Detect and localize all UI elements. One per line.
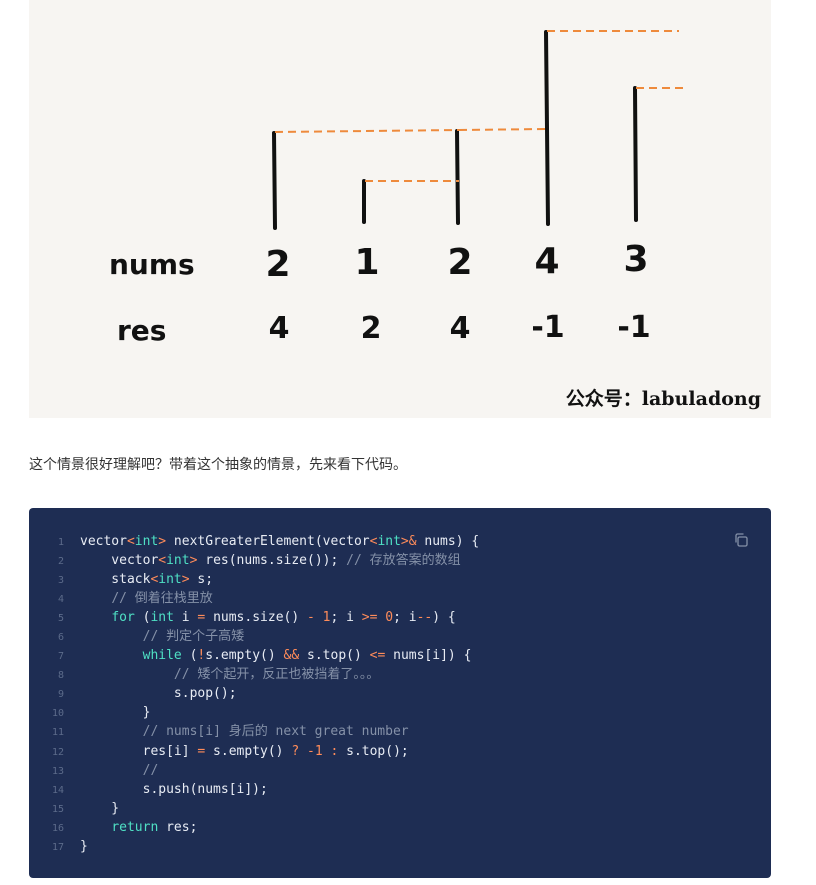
line-number: 15 (51, 803, 64, 815)
code-text: stack<int> s; (80, 572, 214, 588)
line-number: 5 (57, 613, 64, 625)
code-line: 4 // 倒着往栈里放 (29, 589, 771, 608)
line-number: 7 (57, 651, 64, 663)
code-lines: 1 vector<int> nextGreaterElement(vector<i… (29, 532, 771, 856)
code-text: vector<int> nextGreaterElement(vector<in… (80, 534, 480, 549)
code-line: 14 s.push(nums[i]); (29, 780, 771, 799)
code-text: s.push(nums[i]); (80, 781, 268, 797)
row-label-res: res (117, 314, 166, 347)
res-value-0: 4 (269, 311, 290, 346)
code-line: 12 res[i] = s.empty() ? -1 : s.top(); (29, 742, 771, 761)
code-line: 17} (29, 837, 771, 856)
code-line: 6 // 判定个子高矮 (29, 627, 771, 646)
code-text: // 矮个起开，反正也被挡着了。。。 (173, 667, 380, 683)
bar-nums-3 (544, 30, 550, 226)
code-text: // (142, 762, 159, 778)
line-number: 12 (51, 746, 64, 758)
code-line: 2 vector<int> res(nums.size()); // 存放答案的… (29, 551, 771, 570)
line-number: 11 (51, 727, 64, 739)
code-line: 5 for (int i = nums.size() - 1; i >= 0; … (29, 608, 771, 627)
code-text: // nums[i] 身后的 next great number (142, 724, 409, 740)
code-text: while (!s.empty() && s.top() <= nums[i])… (142, 648, 472, 664)
illustration-canvas: nums res 2 1 2 4 3 4 2 4 -1 -1 公众号：labul… (109, 30, 761, 410)
code-text: } (80, 838, 88, 854)
next-greater-element-illustration: nums res 2 1 2 4 3 4 2 4 -1 -1 公众号：labul… (29, 0, 771, 418)
bar-nums-2 (455, 129, 460, 225)
code-line: 1 vector<int> nextGreaterElement(vector<i… (29, 532, 771, 551)
nums-value-2: 2 (447, 242, 472, 283)
code-text: return res; (111, 819, 198, 835)
nums-value-1: 1 (354, 242, 379, 283)
code-line: 10 } (29, 703, 771, 722)
dashed-guide-2 (458, 128, 548, 131)
code-text: vector<int> res(nums.size()); // 存放答案的数组 (80, 553, 461, 569)
line-number: 9 (57, 689, 64, 701)
res-value-4: -1 (617, 310, 650, 345)
code-line: 11 // nums[i] 身后的 next great number (29, 722, 771, 741)
bar-nums-4 (633, 86, 638, 222)
code-text: s.pop(); (80, 686, 237, 702)
line-number: 8 (57, 670, 64, 682)
res-value-3: -1 (531, 310, 564, 345)
code-block: 1 vector<int> nextGreaterElement(vector<i… (29, 508, 771, 878)
line-number: 14 (51, 784, 64, 796)
line-number: 6 (57, 632, 64, 644)
line-number: 2 (57, 556, 64, 568)
code-line: 16 return res; (29, 818, 771, 837)
code-text: res[i] = s.empty() ? -1 : s.top(); (80, 743, 409, 759)
caption-paragraph: 这个情景很好理解吧？带着这个抽象的情景，先来看下代码。 (29, 457, 407, 473)
code-text: for (int i = nums.size() - 1; i >= 0; i-… (111, 610, 456, 626)
res-value-1: 2 (361, 311, 382, 346)
code-line: 13 // (29, 761, 771, 780)
res-value-2: 4 (450, 311, 471, 346)
line-number: 13 (51, 765, 64, 777)
line-number: 4 (57, 594, 64, 606)
code-text: } (80, 705, 151, 721)
code-text: } (80, 800, 120, 816)
nums-value-0: 2 (265, 244, 290, 285)
dashed-guide-0 (274, 129, 460, 133)
code-line: 8 // 矮个起开，反正也被挡着了。。。 (29, 665, 771, 684)
code-line: 3 stack<int> s; (29, 570, 771, 589)
line-number: 3 (57, 575, 64, 587)
line-number: 16 (51, 822, 64, 834)
line-number: 10 (51, 708, 64, 720)
line-number: 17 (51, 841, 64, 853)
code-line: 15 } (29, 799, 771, 818)
nums-value-4: 3 (623, 239, 648, 280)
code-line: 7 while (!s.empty() && s.top() <= nums[i… (29, 646, 771, 665)
code-text: // 倒着往栈里放 (111, 591, 213, 607)
bar-nums-0 (272, 131, 277, 230)
nums-value-3: 4 (534, 241, 559, 282)
row-label-nums: nums (109, 248, 195, 281)
line-number: 1 (57, 537, 64, 548)
code-text: // 判定个子高矮 (142, 629, 245, 645)
watermark: 公众号：labuladong (566, 387, 761, 410)
code-line: 9 s.pop(); (29, 684, 771, 703)
